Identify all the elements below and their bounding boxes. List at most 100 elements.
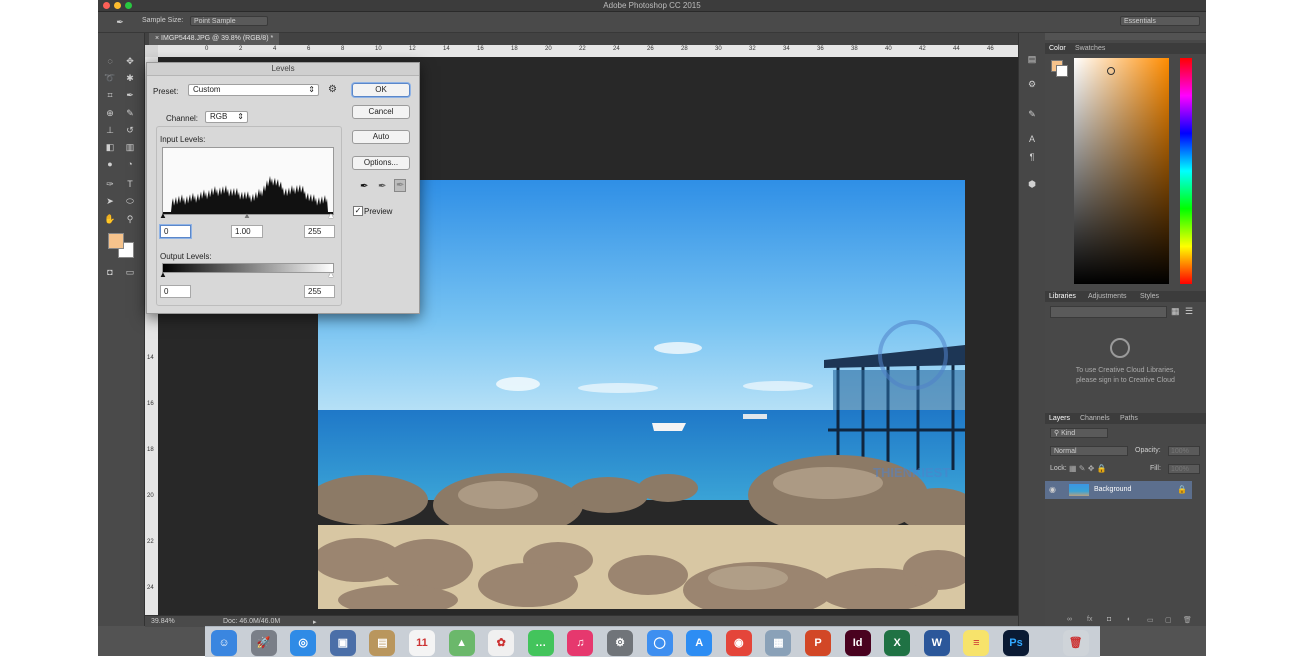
preview-icon[interactable]: ▣ (329, 630, 356, 656)
output-white-slider[interactable]: ▲ (327, 270, 335, 279)
output-black-field[interactable]: 0 (160, 285, 191, 298)
itunes-icon[interactable]: ♫ (567, 630, 594, 656)
new-layer-icon[interactable]: ▢ (1165, 616, 1172, 624)
character-panel-icon[interactable]: A (1026, 133, 1038, 145)
zoom-tool-icon[interactable]: ⚲ (124, 213, 136, 225)
fill-field[interactable]: 100% (1168, 464, 1200, 474)
tab-color[interactable]: Color (1049, 45, 1066, 52)
tab-libraries[interactable]: Libraries (1049, 293, 1076, 300)
screen-mode-icon[interactable]: ▭ (124, 266, 136, 278)
delete-layer-icon[interactable]: 🗑 (1183, 616, 1192, 624)
library-select[interactable] (1050, 306, 1167, 318)
layer-filter-select[interactable]: ⚲ Kind (1050, 428, 1108, 438)
document-tab[interactable]: × IMGP5448.JPG @ 39.8% (RGB/8) * (149, 33, 280, 45)
chat-icon[interactable]: ◯ (646, 630, 673, 656)
maps-icon[interactable]: ▲ (448, 630, 475, 656)
lasso-tool-icon[interactable]: ➰ (104, 72, 116, 84)
blur-tool-icon[interactable]: ● (104, 158, 116, 170)
ruler-origin[interactable] (145, 45, 158, 57)
options-button[interactable]: Options... (352, 156, 410, 170)
indesign-icon[interactable]: Id (844, 630, 871, 656)
type-tool-icon[interactable]: T (124, 178, 136, 190)
photoshop-icon[interactable]: Ps (1003, 630, 1029, 656)
link-layers-icon[interactable]: ∞ (1067, 616, 1072, 623)
output-black-slider[interactable]: ▲ (159, 270, 167, 279)
grid-view-icon[interactable]: ▦ (1171, 306, 1180, 317)
channel-select[interactable]: RGB ⇕ (205, 111, 248, 123)
color-picker-cursor[interactable] (1107, 67, 1115, 75)
color-picker-field[interactable] (1074, 58, 1169, 284)
hand-tool-icon[interactable]: ✋ (104, 213, 116, 225)
cancel-button[interactable]: Cancel (352, 105, 410, 119)
eyedropper-tool-preset-icon[interactable]: ✒ (114, 16, 126, 28)
color-bg-swatch[interactable] (1056, 65, 1068, 77)
chrome-icon[interactable]: ◉ (725, 630, 752, 656)
tab-layers[interactable]: Layers (1049, 415, 1070, 422)
quick-mask-icon[interactable]: ◘ (104, 266, 116, 278)
input-gamma-slider[interactable]: ▲ (243, 211, 251, 220)
layer-visibility-eye-icon[interactable]: ◉ (1049, 485, 1056, 494)
marquee-tool-icon[interactable]: ◌ (104, 55, 116, 67)
input-black-field[interactable]: 0 (160, 225, 191, 238)
notes-icon[interactable]: ≡ (963, 630, 990, 656)
zoom-level[interactable]: 39.84% (151, 618, 175, 625)
preset-select[interactable]: Custom ⇕ (188, 84, 319, 96)
ok-button[interactable]: OK (352, 83, 410, 97)
layer-row-background[interactable]: ◉ Background 🔒 (1045, 481, 1192, 499)
shape-tool-icon[interactable]: ⬭ (124, 195, 136, 207)
input-gamma-field[interactable]: 1.00 (231, 225, 263, 238)
finder-icon[interactable]: ☺ (211, 630, 237, 656)
sample-size-select[interactable]: Point Sample (190, 16, 268, 26)
adjustment-layer-icon[interactable]: ◐ (1127, 616, 1131, 623)
auto-button[interactable]: Auto (352, 130, 410, 144)
messages-icon[interactable]: … (527, 630, 554, 656)
horizontal-ruler[interactable]: 0 2 4 6 8 10 12 14 16 18 20 22 24 26 28 30 32 34 36 38 40 42 4… (158, 45, 1028, 57)
photos-icon[interactable]: ✿ (488, 630, 515, 656)
status-menu-arrow-icon[interactable]: ▸ (313, 618, 317, 626)
app-store-icon[interactable]: A (686, 630, 713, 656)
eyedropper-tool-icon[interactable]: ✒ (124, 89, 136, 101)
paragraph-panel-icon[interactable]: ¶ (1026, 151, 1038, 163)
brush-panel-icon[interactable]: ✎ (1026, 108, 1038, 120)
trash-icon[interactable]: 🗑 (1062, 630, 1089, 656)
close-document-icon[interactable]: × (155, 35, 159, 42)
add-mask-icon[interactable]: ◘ (1107, 616, 1111, 623)
workspace-switcher[interactable]: Essentials (1120, 16, 1200, 26)
tab-adjustments[interactable]: Adjustments (1088, 293, 1127, 300)
contacts-icon[interactable]: ▤ (369, 630, 396, 656)
properties-panel-icon[interactable]: ⚙ (1026, 78, 1038, 90)
input-white-slider[interactable]: ▲ (327, 211, 335, 220)
history-brush-tool-icon[interactable]: ↺ (124, 124, 136, 136)
healing-tool-icon[interactable]: ⊕ (104, 107, 116, 119)
foreground-color-swatch[interactable] (108, 233, 124, 249)
output-white-field[interactable]: 255 (304, 285, 335, 298)
hue-slider[interactable] (1180, 58, 1192, 284)
calendar-icon[interactable]: 11 (409, 630, 435, 656)
path-selection-tool-icon[interactable]: ➤ (104, 195, 116, 207)
system-preferences-icon[interactable]: ⚙ (607, 630, 633, 656)
gray-point-eyedropper-icon[interactable]: ✒ (378, 181, 386, 192)
eraser-tool-icon[interactable]: ◧ (104, 141, 116, 153)
white-point-eyedropper-icon[interactable]: ✒ (394, 179, 407, 192)
input-white-field[interactable]: 255 (304, 225, 335, 238)
powerpoint-icon[interactable]: P (805, 630, 831, 656)
history-panel-icon[interactable]: ▤ (1026, 53, 1038, 65)
move-tool-icon[interactable]: ✥ (124, 55, 136, 67)
crop-tool-icon[interactable]: ⌗ (104, 89, 116, 101)
new-group-icon[interactable]: ▭ (1147, 616, 1154, 624)
dodge-tool-icon[interactable]: ◔ (124, 158, 136, 170)
tab-styles[interactable]: Styles (1140, 293, 1159, 300)
preset-options-gear-icon[interactable]: ⚙ (328, 84, 337, 95)
excel-icon[interactable]: X (884, 630, 911, 656)
magic-wand-tool-icon[interactable]: ✱ (124, 72, 136, 84)
image-capture-icon[interactable]: ▦ (765, 630, 792, 656)
safari-icon[interactable]: ◎ (290, 630, 317, 656)
tab-swatches[interactable]: Swatches (1075, 45, 1105, 52)
opacity-field[interactable]: 100% (1168, 446, 1200, 456)
doc-size[interactable]: Doc: 46.0M/46.0M (223, 618, 280, 625)
word-icon[interactable]: W (923, 630, 950, 656)
stamp-tool-icon[interactable]: ⊥ (104, 124, 116, 136)
preview-checkbox[interactable]: ✓ (353, 206, 363, 216)
tab-paths[interactable]: Paths (1120, 415, 1138, 422)
lock-icons[interactable]: ▦ ✎ ✥ 🔒 (1069, 464, 1107, 473)
